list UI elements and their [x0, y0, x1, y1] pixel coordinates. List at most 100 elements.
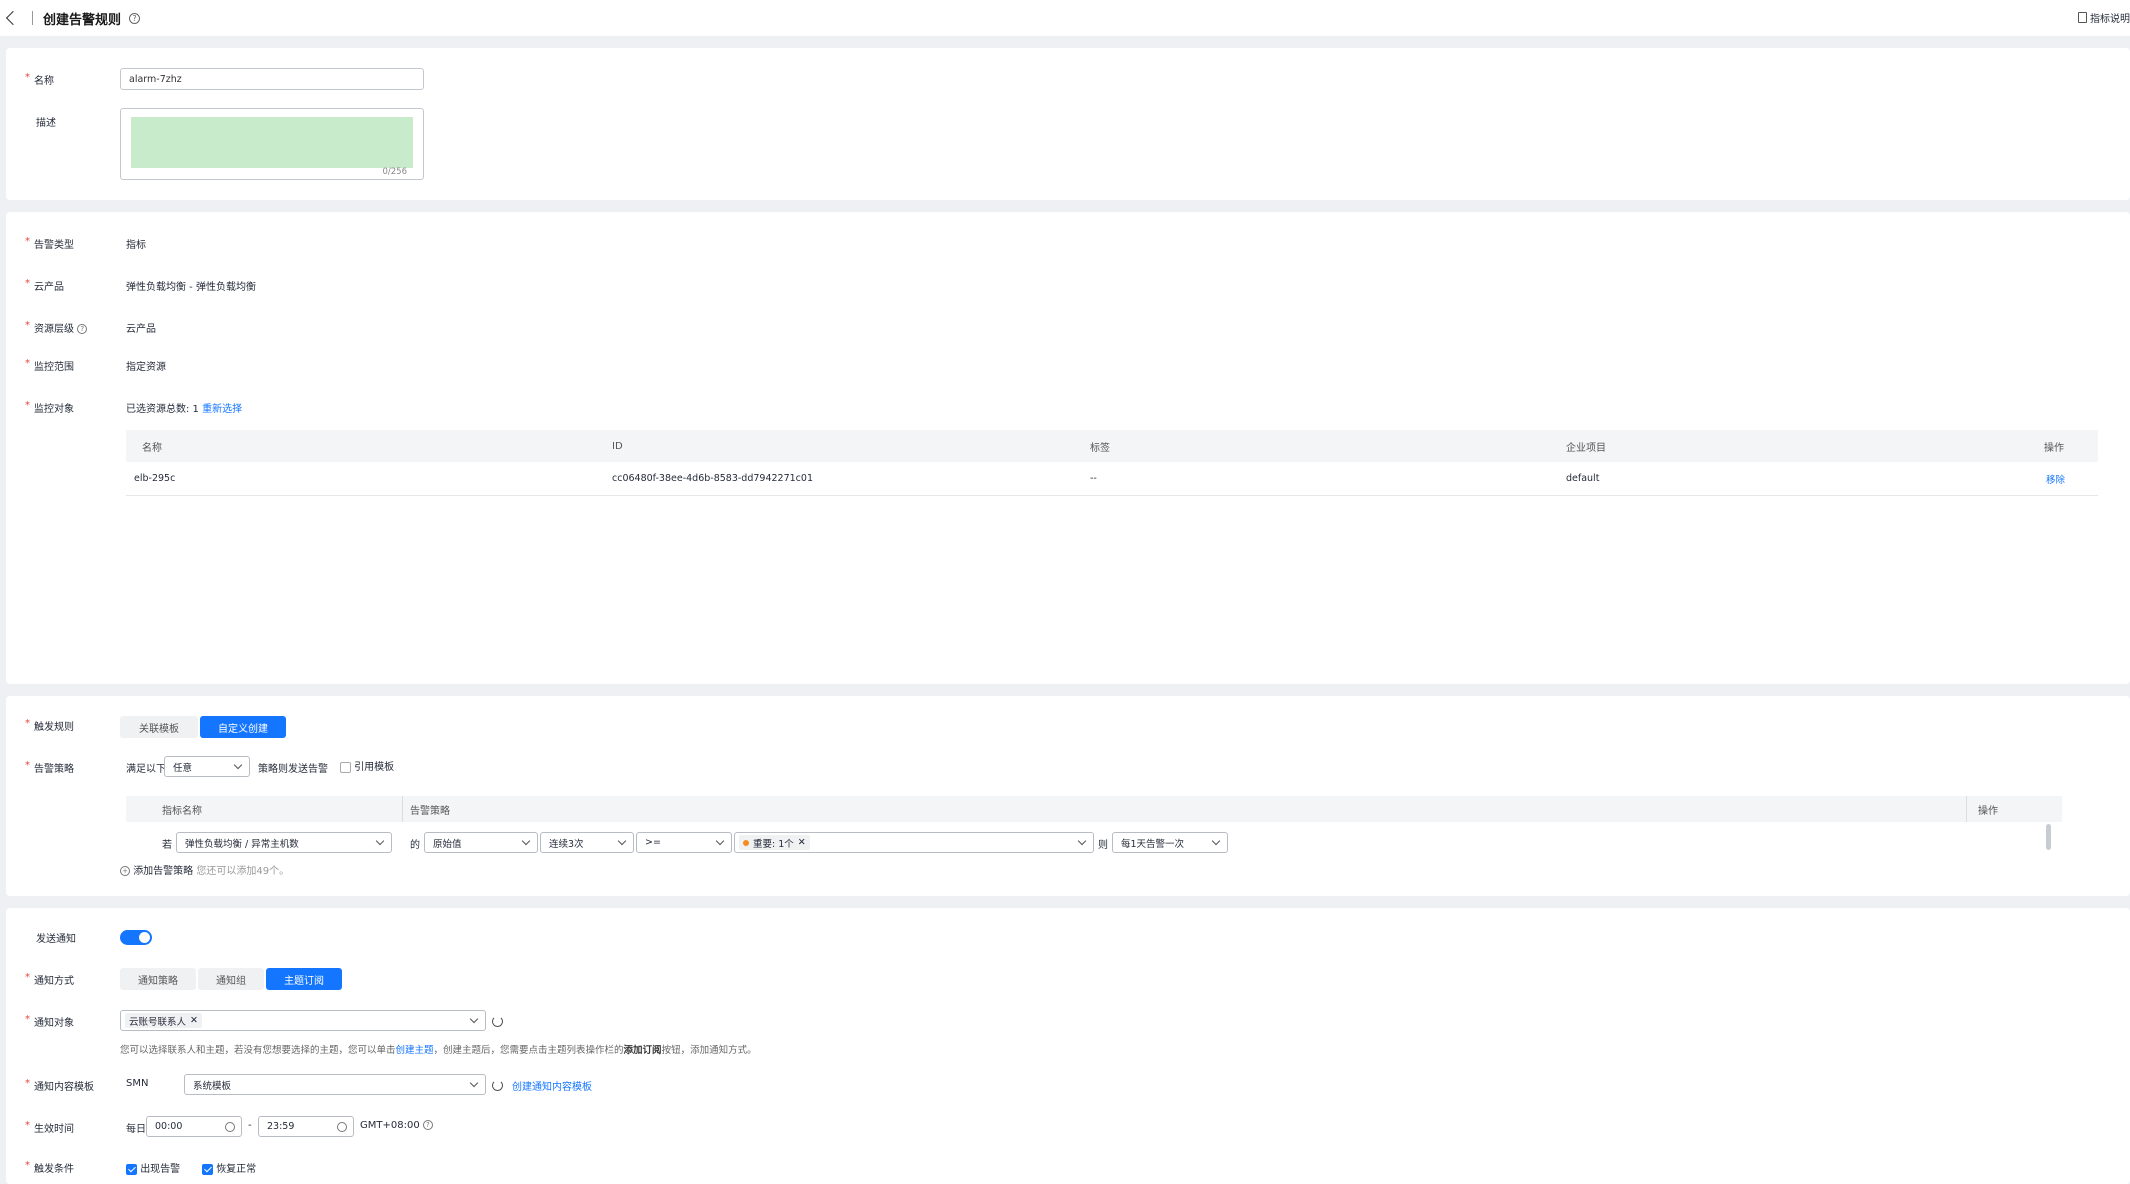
policy-table-header: 指标名称 告警策略 操作	[126, 796, 2062, 822]
send-label: 发送通知	[36, 934, 76, 945]
severity-tag: 重要: 1个 ✕	[739, 835, 810, 850]
rule-tabs: 关联模板 自定义创建	[120, 716, 286, 738]
col-policy: 告警策略	[410, 806, 450, 817]
cond-alarm-checkbox[interactable]: 出现告警	[126, 1160, 180, 1175]
trigger-card: * 触发规则 关联模板 自定义创建 * 告警策略 满足以下 任意 策略则发送告警 引…	[6, 696, 2130, 896]
timezone: GMT+08:00 ?	[360, 1120, 433, 1131]
back-icon[interactable]	[5, 10, 21, 26]
create-topic-link[interactable]: 创建主题	[396, 1045, 434, 1056]
checkbox-icon[interactable]	[340, 761, 351, 773]
satisfy-suffix: 策略则发送告警	[258, 764, 328, 775]
help-icon[interactable]: ?	[422, 1120, 433, 1130]
row-name: elb-295c	[134, 473, 176, 484]
col-name: 名称	[142, 442, 162, 454]
help-icon[interactable]: ?	[77, 324, 88, 334]
close-icon[interactable]: ✕	[190, 1015, 198, 1026]
send-toggle[interactable]	[120, 930, 152, 945]
metric-doc-label: 指标说明	[2090, 14, 2130, 25]
chevron-down-icon	[469, 1014, 479, 1024]
template-select[interactable]: 系统模板	[184, 1074, 486, 1095]
chevron-down-icon	[469, 1078, 479, 1088]
description-textarea[interactable]: 0/256	[120, 108, 424, 180]
operator-select[interactable]: >=	[636, 832, 732, 853]
col-id: ID	[612, 440, 623, 452]
row-project: default	[1566, 473, 1600, 484]
object-tag: 云账号联系人 ✕	[125, 1013, 202, 1028]
col-action: 操作	[2044, 442, 2064, 454]
col-tag: 标签	[1090, 442, 1110, 454]
remove-link[interactable]: 移除	[2046, 472, 2065, 486]
metric-select[interactable]: 弹性负载均衡 / 异常主机数	[176, 832, 392, 853]
page-title: 创建告警规则	[43, 12, 122, 28]
col-op: 操作	[1978, 806, 1998, 817]
stat-select[interactable]: 原始值	[424, 832, 538, 853]
col-metric: 指标名称	[162, 806, 202, 817]
resource-table: 名称 ID 标签 企业项目 操作 elb-295c cc06480f-38ee-…	[126, 430, 2098, 496]
refresh-icon[interactable]	[492, 1080, 503, 1091]
reselect-link[interactable]: 重新选择	[202, 404, 242, 415]
metric-doc-link[interactable]: 指标说明	[2078, 10, 2130, 25]
scope-value: 指定资源	[126, 362, 166, 373]
object-count: 已选资源总数: 1	[126, 404, 199, 415]
template-prefix: SMN	[126, 1078, 149, 1089]
close-icon[interactable]: ✕	[798, 837, 806, 848]
cond-label: * 触发条件	[25, 1160, 74, 1175]
tab-policy[interactable]: 通知策略	[120, 968, 196, 990]
satisfy-prefix: 满足以下	[126, 764, 166, 775]
object-hint: 您可以选择联系人和主题，若没有您想要选择的主题，您可以单击创建主题，创建主题后，…	[120, 1045, 757, 1056]
chevron-down-icon	[617, 836, 627, 846]
refresh-icon[interactable]	[492, 1016, 503, 1027]
start-time-input[interactable]: 00:00	[146, 1116, 242, 1137]
chevron-down-icon	[233, 760, 243, 770]
satisfy-select[interactable]: 任意	[164, 756, 250, 777]
level-label: * 资源层级 ?	[25, 320, 124, 335]
add-policy-link[interactable]: + 添加告警策略 您还可以添加49个。	[120, 862, 289, 877]
desc-label: 描述	[36, 118, 56, 129]
basic-info-card: * 名称 alarm-7zhz 描述 0/256	[6, 48, 2130, 200]
end-time-input[interactable]: 23:59	[258, 1116, 354, 1137]
object-label: * 监控对象	[25, 400, 74, 415]
name-label: * 名称	[25, 72, 54, 87]
description-fill	[131, 117, 413, 168]
col-project: 企业项目	[1566, 442, 1606, 454]
table-header: 名称 ID 标签 企业项目 操作	[126, 430, 2098, 462]
name-input[interactable]: alarm-7zhz	[120, 68, 424, 90]
checkbox-checked-icon[interactable]	[202, 1163, 213, 1175]
object-select[interactable]: 云账号联系人 ✕	[120, 1010, 486, 1031]
tab-topic[interactable]: 主题订阅	[266, 968, 342, 990]
clock-icon	[337, 1122, 347, 1132]
row-tag: --	[1090, 473, 1097, 484]
chevron-down-icon	[715, 836, 725, 846]
chevron-down-icon	[1077, 836, 1087, 846]
time-label: * 生效时间	[25, 1120, 74, 1135]
severity-select[interactable]: 重要: 1个 ✕	[734, 832, 1094, 853]
scope-label: * 监控范围	[25, 358, 74, 373]
tab-template[interactable]: 关联模板	[120, 716, 198, 738]
frequency-select[interactable]: 每1天告警一次	[1112, 832, 1228, 853]
alarm-type-value: 指标	[126, 240, 146, 251]
row-id: cc06480f-38ee-4d6b-8583-dd7942271c01	[612, 473, 813, 484]
chevron-down-icon	[521, 836, 531, 846]
of-text: 的	[410, 840, 420, 851]
cond-recover-checkbox[interactable]: 恢复正常	[202, 1160, 256, 1175]
chevron-down-icon	[375, 836, 385, 846]
help-icon[interactable]: ?	[129, 12, 141, 24]
plus-icon: +	[120, 866, 130, 876]
use-template-checkbox[interactable]: 引用模板	[340, 758, 394, 773]
period-select[interactable]: 连续3次	[540, 832, 634, 853]
add-hint: 您还可以添加49个。	[196, 866, 290, 877]
divider	[32, 11, 33, 25]
tab-custom[interactable]: 自定义创建	[200, 716, 286, 738]
scrollbar[interactable]	[2046, 824, 2051, 850]
policy-label: * 告警策略	[25, 760, 74, 775]
page-header: 创建告警规则 ? 指标说明	[0, 0, 2130, 36]
severity-dot-icon	[743, 839, 749, 846]
create-template-link[interactable]: 创建通知内容模板	[512, 1078, 592, 1093]
time-dash: -	[248, 1120, 252, 1131]
checkbox-checked-icon[interactable]	[126, 1163, 137, 1175]
tab-group[interactable]: 通知组	[198, 968, 264, 990]
table-row: elb-295c cc06480f-38ee-4d6b-8583-dd79422…	[126, 462, 2098, 496]
clock-icon	[225, 1122, 235, 1132]
method-tabs: 通知策略 通知组 主题订阅	[120, 968, 342, 990]
time-prefix: 每日	[126, 1124, 146, 1135]
